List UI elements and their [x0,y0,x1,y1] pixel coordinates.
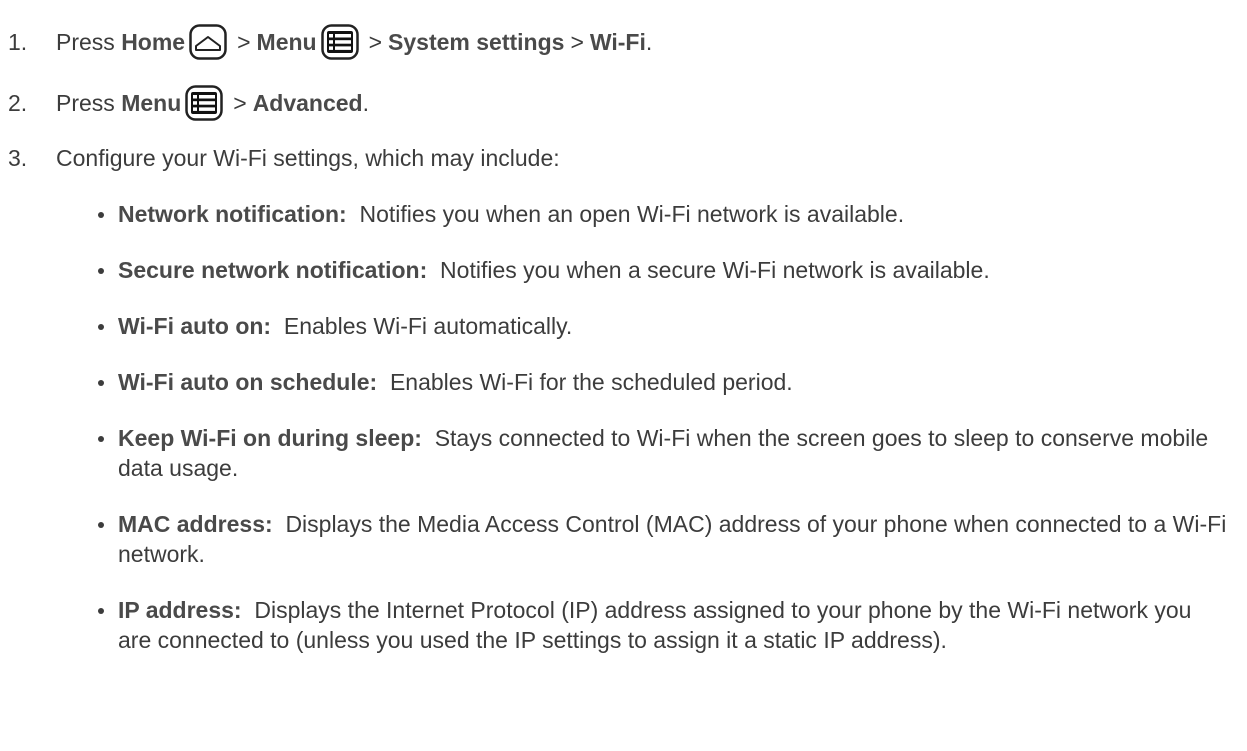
option-description: Notifies you when an open Wi-Fi network … [359,201,905,227]
option-term: MAC address: [118,511,273,537]
bullet-icon [98,608,104,614]
option-term: IP address: [118,597,242,623]
option-term: Keep Wi-Fi on during sleep: [118,425,422,451]
bullet-icon [98,522,104,528]
home-label: Home [121,29,186,55]
step-1: 1. Press Home > Menu > System settings >… [8,24,652,60]
step-text-press: Press [56,29,115,55]
menu-label: Menu [121,90,182,116]
step-text: Configure your Wi-Fi settings, which may… [56,145,560,171]
list-item: Wi-Fi auto on schedule: Enables Wi-Fi fo… [98,367,1228,397]
menu-label: Menu [256,29,317,55]
bullet-icon [98,380,104,386]
home-key-icon [189,24,227,60]
step-number: 1. [8,29,28,55]
separator: > [368,29,383,55]
step-3: 3. Configure your Wi-Fi settings, which … [8,143,560,173]
step-2: 2. Press Menu > Advanced. [8,85,369,121]
period: . [362,90,370,116]
wifi-label: Wi-Fi [589,29,646,55]
list-item: Keep Wi-Fi on during sleep: Stays connec… [98,423,1228,483]
list-item: Secure network notification: Notifies yo… [98,255,1228,285]
option-term: Wi-Fi auto on schedule: [118,369,378,395]
bullet-icon [98,324,104,330]
step-number: 2. [8,90,28,116]
option-term: Network notification: [118,201,347,227]
period: . [645,29,653,55]
option-term: Wi-Fi auto on: [118,313,272,339]
advanced-label: Advanced [252,90,363,116]
list-item: MAC address: Displays the Media Access C… [98,509,1228,569]
option-description: Enables Wi-Fi for the scheduled period. [389,369,793,395]
separator: > [237,29,251,55]
separator: > [233,90,247,116]
list-item: IP address: Displays the Internet Protoc… [98,595,1228,655]
bullet-icon [98,436,104,442]
menu-key-icon [185,85,223,121]
menu-key-icon [320,24,359,60]
separator: > [570,29,584,55]
option-description: Notifies you when a secure Wi-Fi network… [440,257,990,283]
list-item: Wi-Fi auto on: Enables Wi-Fi automatical… [98,311,1228,341]
option-description: Enables Wi-Fi automatically. [283,313,573,339]
step-text-press: Press [56,90,115,116]
option-term: Secure network notification: [118,257,428,283]
option-description: Displays the Media Access Control (MAC) … [118,511,1227,567]
list-item: Network notification: Notifies you when … [98,199,1228,229]
system-settings-label: System settings [388,29,565,55]
option-description: Displays the Internet Protocol (IP) addr… [118,597,1192,653]
step-number: 3. [8,145,28,171]
bullet-icon [98,212,104,218]
bullet-icon [98,268,104,274]
instructions-page: 1. Press Home > Menu > System settings >… [0,0,1247,751]
